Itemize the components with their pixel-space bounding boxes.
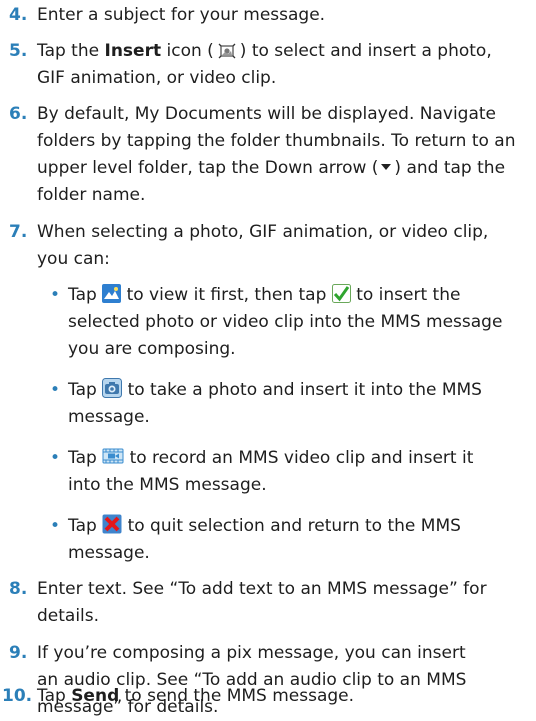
step-number: 10.	[2, 686, 33, 706]
bullet-dot: •	[50, 448, 61, 468]
video-camera-icon	[102, 446, 124, 466]
step-5: 5. Tap the Insert icon ( ) to select and…	[0, 38, 520, 92]
step-number: 7.	[9, 222, 28, 242]
bullet-text-line: selected photo or video clip into the MM…	[68, 312, 503, 332]
text-fragment: Tap	[68, 448, 103, 468]
step-text: When selecting a photo, GIF animation, o…	[37, 219, 520, 273]
down-arrow-icon	[378, 157, 394, 176]
insert-label: Insert	[104, 41, 162, 61]
step-10: 10. Tap Send to send the MMS message.	[0, 683, 520, 710]
bullet-item: • Tap to quit selection and return to th…	[0, 513, 520, 567]
bullet-text: Tap to quit selection and return to the …	[68, 513, 520, 567]
text-fragment: to view it first, then tap	[121, 285, 332, 305]
bullet-text-line: into the MMS message.	[68, 475, 267, 495]
step-text-line: folder name.	[37, 185, 146, 205]
step-number: 5.	[9, 41, 28, 61]
step-4: 4. Enter a subject for your message.	[0, 2, 520, 29]
bullet-text-line: message.	[68, 543, 150, 563]
bullet-item: • Tap to record an MMS video clip and in…	[0, 445, 520, 499]
insert-media-icon	[214, 41, 240, 60]
bullet-text: Tap to view it first, then tap to insert…	[68, 282, 520, 363]
step-number: 9.	[9, 643, 28, 663]
text-fragment: Tap	[37, 686, 72, 706]
step-text-line: Enter text. See “To add text to an MMS m…	[37, 579, 487, 599]
bullet-dot: •	[50, 380, 61, 400]
bullet-dot: •	[50, 516, 61, 536]
step-text: Tap the Insert icon ( ) to select and in…	[37, 38, 520, 92]
step-number: 4.	[9, 5, 28, 25]
step-text: Enter text. See “To add text to an MMS m…	[37, 576, 520, 630]
text-fragment: to record an MMS video clip and insert i…	[124, 448, 474, 468]
text-fragment: Tap	[68, 516, 103, 536]
text-fragment: ) to select and insert a photo,	[239, 41, 492, 61]
step-6: 6. By default, My Documents will be disp…	[0, 101, 520, 209]
view-icon	[102, 284, 122, 303]
text-fragment: to send the MMS message.	[119, 686, 355, 706]
step-7: 7. When selecting a photo, GIF animation…	[0, 219, 520, 273]
manual-page: 4. Enter a subject for your message. 5. …	[0, 0, 536, 717]
step-text: Tap Send to send the MMS message.	[37, 683, 520, 710]
text-fragment: to quit selection and return to the MMS	[122, 516, 461, 536]
text-fragment: to insert the	[350, 285, 461, 305]
bullet-item: • Tap to take a photo and insert it into…	[0, 377, 520, 431]
bullet-dot: •	[50, 285, 61, 305]
step-text-line: When selecting a photo, GIF animation, o…	[37, 222, 489, 242]
bullet-item: • Tap to view it first, then tap to inse…	[0, 282, 520, 363]
bullet-text-line: message.	[68, 407, 150, 427]
text-fragment: to take a photo and insert it into the M…	[122, 380, 482, 400]
step-8: 8. Enter text. See “To add text to an MM…	[0, 576, 520, 630]
text-fragment: Tap	[68, 380, 103, 400]
step-text: Enter a subject for your message.	[37, 5, 326, 25]
step-text-line: folders by tapping the folder thumbnails…	[37, 131, 516, 151]
text-fragment: icon (	[161, 41, 214, 61]
step-text-line: you can:	[37, 249, 110, 269]
step-text-line: By default, My Documents will be display…	[37, 104, 497, 124]
camera-icon	[102, 378, 123, 398]
step-text-line: If you’re composing a pix message, you c…	[37, 643, 466, 663]
step-text-line: details.	[37, 606, 100, 626]
bullet-text-line: you are composing.	[68, 339, 236, 359]
bullet-text: Tap to record an MMS video clip and inse…	[68, 445, 520, 499]
text-fragment: upper level folder, tap the Down arrow (	[37, 158, 379, 178]
text-fragment: Tap	[68, 285, 103, 305]
text-fragment: ) and tap the	[394, 158, 506, 178]
check-icon	[331, 284, 351, 303]
step-number: 8.	[9, 579, 28, 599]
send-label: Send	[71, 686, 120, 706]
step-text-line: GIF animation, or video clip.	[37, 68, 277, 88]
text-fragment: Tap the	[37, 41, 105, 61]
cancel-icon	[102, 514, 122, 534]
bullet-text: Tap to take a photo and insert it into t…	[68, 377, 520, 431]
step-number: 6.	[9, 104, 28, 124]
step-text: By default, My Documents will be display…	[37, 101, 520, 209]
